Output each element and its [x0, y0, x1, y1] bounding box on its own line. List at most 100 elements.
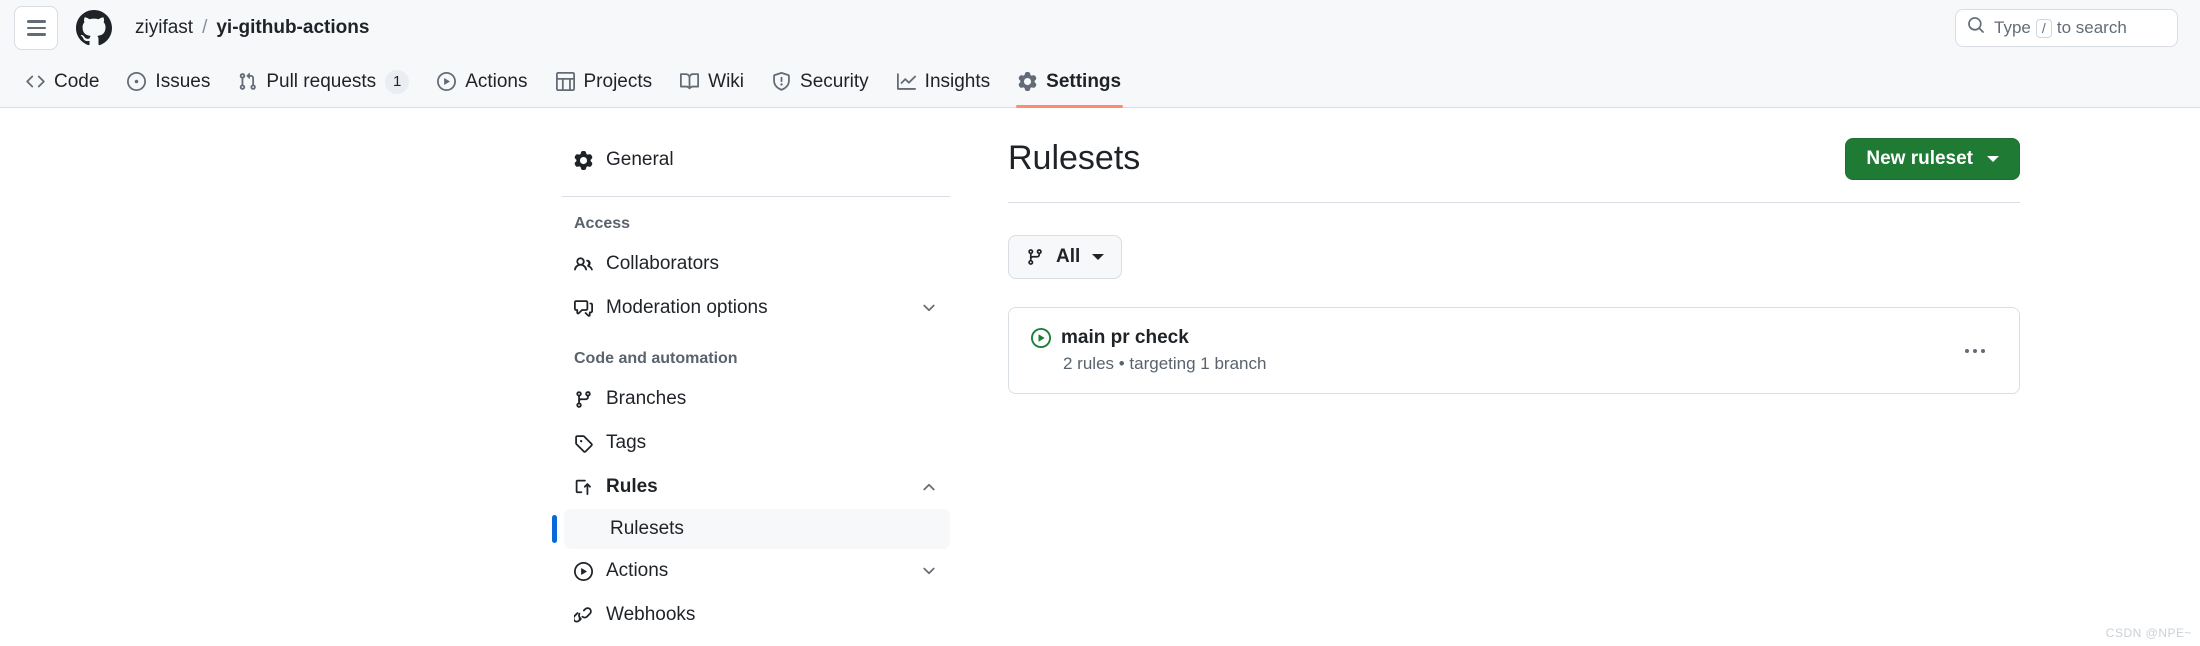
sidebar-spacer	[562, 330, 950, 350]
watermark: CSDN @NPE~	[2106, 626, 2192, 640]
sidebar-item-label: Rules	[606, 476, 658, 498]
sidebar-section-access: Access	[562, 215, 950, 233]
webhook-icon	[574, 606, 593, 625]
sidebar-item-label: Tags	[606, 432, 646, 454]
search-icon	[1967, 16, 1985, 40]
sidebar-item-tags[interactable]: Tags	[562, 421, 950, 465]
ruleset-row[interactable]: main pr check 2 rules • targeting 1 bran…	[1009, 308, 2019, 393]
play-icon	[437, 72, 456, 91]
sidebar-item-label: Branches	[606, 388, 686, 410]
tab-insights[interactable]: Insights	[885, 56, 1002, 107]
git-branch-icon	[1026, 248, 1044, 266]
tab-label: Pull requests	[266, 71, 376, 93]
tab-label: Security	[800, 71, 869, 93]
chevron-down-icon	[920, 562, 938, 580]
git-branch-icon	[574, 390, 593, 409]
table-icon	[556, 72, 575, 91]
shield-icon	[772, 72, 791, 91]
sidebar-item-webhooks[interactable]: Webhooks	[562, 593, 950, 637]
sidebar-item-actions[interactable]: Actions	[562, 549, 950, 593]
search-placeholder-suffix: to search	[2057, 18, 2127, 38]
search-input[interactable]: Type / to search	[1955, 9, 2178, 47]
hamburger-bar	[27, 33, 46, 36]
chevron-down-icon	[1092, 254, 1104, 260]
tab-settings[interactable]: Settings	[1006, 56, 1133, 107]
sidebar-item-general[interactable]: General	[562, 138, 950, 182]
chevron-down-icon	[1987, 156, 1999, 162]
ruleset-meta: 2 rules • targeting 1 branch	[1031, 354, 1266, 374]
tab-label: Issues	[155, 71, 210, 93]
sidebar-item-moderation-options[interactable]: Moderation options	[562, 286, 950, 330]
pull-requests-counter: 1	[385, 70, 409, 94]
breadcrumb-repo[interactable]: yi-github-actions	[216, 17, 369, 39]
sidebar-item-rules[interactable]: Rules	[562, 465, 950, 509]
new-ruleset-label: New ruleset	[1866, 148, 1973, 170]
tab-pull-requests[interactable]: Pull requests 1	[226, 56, 421, 107]
sidebar-item-label: Moderation options	[606, 297, 768, 319]
sidebar-item-label: Webhooks	[606, 604, 695, 626]
chevron-down-icon	[920, 299, 938, 317]
repo-nav: Code Issues Pull requests 1 Actions Proj…	[0, 56, 2200, 108]
settings-main: Rulesets New ruleset All	[1008, 138, 2020, 646]
tab-projects[interactable]: Projects	[544, 56, 665, 107]
breadcrumb-separator: /	[202, 17, 207, 39]
search-placeholder: Type / to search	[1994, 18, 2127, 38]
github-logo[interactable]	[76, 10, 112, 46]
sidebar-divider	[562, 196, 950, 197]
tag-icon	[574, 434, 593, 453]
ruleset-filter-dropdown[interactable]: All	[1008, 235, 1122, 279]
breadcrumb-owner[interactable]: ziyifast	[135, 17, 193, 39]
app-header: ziyifast / yi-github-actions Type / to s…	[0, 0, 2200, 56]
kebab-dot	[1965, 349, 1969, 353]
ruleset-list: main pr check 2 rules • targeting 1 bran…	[1008, 307, 2020, 394]
hamburger-bar	[27, 20, 46, 23]
comment-discussion-icon	[574, 299, 593, 318]
book-icon	[680, 72, 699, 91]
hamburger-menu-button[interactable]	[14, 6, 58, 50]
tab-security[interactable]: Security	[760, 56, 881, 107]
sidebar-item-label: Actions	[606, 560, 668, 582]
search-placeholder-prefix: Type	[1994, 18, 2031, 38]
tab-label: Code	[54, 71, 99, 93]
chevron-up-icon	[920, 478, 938, 496]
kebab-horizontal-icon[interactable]	[1953, 339, 1997, 363]
tab-issues[interactable]: Issues	[115, 56, 222, 107]
issue-opened-icon	[127, 72, 146, 91]
kebab-dot	[1981, 349, 1985, 353]
sidebar-item-label: Collaborators	[606, 253, 719, 275]
ruleset-name: main pr check	[1061, 327, 1189, 349]
tab-label: Insights	[925, 71, 990, 93]
rules-icon	[574, 478, 593, 497]
git-pull-request-icon	[238, 72, 257, 91]
new-ruleset-button[interactable]: New ruleset	[1845, 138, 2020, 180]
sidebar-item-branches[interactable]: Branches	[562, 377, 950, 421]
tab-label: Projects	[584, 71, 653, 93]
tab-label: Wiki	[708, 71, 744, 93]
sidebar-item-label: General	[606, 149, 674, 171]
tab-label: Actions	[465, 71, 527, 93]
settings-sidebar: General Access Collaborators Moderation …	[562, 138, 974, 646]
graph-icon	[897, 72, 916, 91]
sidebar-subitem-rulesets[interactable]: Rulesets	[564, 509, 950, 549]
sidebar-item-collaborators[interactable]: Collaborators	[562, 242, 950, 286]
sidebar-section-code-and-automation: Code and automation	[562, 350, 950, 368]
people-icon	[574, 255, 593, 274]
hamburger-bar	[27, 27, 46, 30]
filter-row: All	[1008, 235, 2020, 279]
gear-icon	[574, 151, 593, 170]
ruleset-info: main pr check 2 rules • targeting 1 bran…	[1031, 327, 1266, 374]
ruleset-name-link[interactable]: main pr check	[1031, 327, 1266, 349]
main-header: Rulesets New ruleset	[1008, 138, 2020, 203]
page-title: Rulesets	[1008, 138, 1140, 179]
gear-icon	[1018, 72, 1037, 91]
breadcrumb: ziyifast / yi-github-actions	[135, 17, 369, 39]
kebab-dot	[1973, 349, 1977, 353]
play-circle-icon	[1031, 328, 1051, 348]
page-body: General Access Collaborators Moderation …	[0, 108, 2200, 646]
search-shortcut-key: /	[2036, 19, 2052, 38]
sidebar-subitem-label: Rulesets	[610, 518, 684, 540]
code-icon	[26, 72, 45, 91]
tab-wiki[interactable]: Wiki	[668, 56, 756, 107]
tab-code[interactable]: Code	[14, 56, 111, 107]
tab-actions[interactable]: Actions	[425, 56, 539, 107]
